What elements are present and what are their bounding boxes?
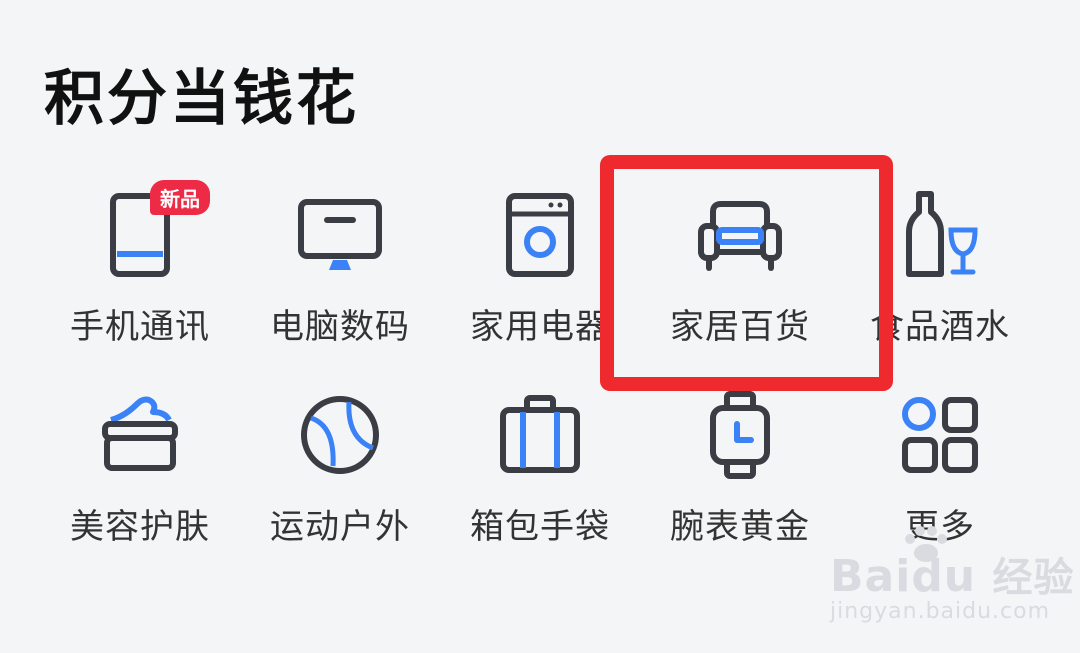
category-beauty[interactable]: 美容护肤 bbox=[40, 375, 240, 575]
category-label: 运动户外 bbox=[270, 507, 410, 547]
page-title: 积分当钱花 bbox=[44, 64, 359, 134]
paw-icon bbox=[905, 526, 947, 562]
category-bags[interactable]: 箱包手袋 bbox=[440, 375, 640, 575]
baidu-watermark: Baidu 经验 jingyan.baidu.com bbox=[830, 526, 1075, 624]
washing-machine-icon bbox=[490, 185, 590, 285]
category-label: 手机通讯 bbox=[70, 307, 210, 347]
computer-monitor-icon bbox=[290, 185, 390, 285]
tennis-ball-icon bbox=[290, 385, 390, 485]
category-label: 家用电器 bbox=[470, 307, 610, 347]
watermark-url: jingyan.baidu.com bbox=[830, 599, 1051, 624]
highlight-box bbox=[600, 155, 893, 391]
category-label: 腕表黄金 bbox=[670, 507, 810, 547]
category-sports[interactable]: 运动户外 bbox=[240, 375, 440, 575]
wine-bottle-glass-icon bbox=[890, 185, 990, 285]
new-badge: 新品 bbox=[150, 180, 210, 215]
suitcase-icon bbox=[490, 385, 590, 485]
category-watches-gold[interactable]: 腕表黄金 bbox=[640, 375, 840, 575]
watermark-brand-cn: 经验 bbox=[992, 555, 1075, 601]
category-label: 箱包手袋 bbox=[470, 507, 610, 547]
category-computer[interactable]: 电脑数码 bbox=[240, 175, 440, 375]
wristwatch-icon bbox=[690, 385, 790, 485]
category-label: 美容护肤 bbox=[70, 507, 210, 547]
category-label: 电脑数码 bbox=[270, 307, 410, 347]
cream-jar-icon bbox=[90, 385, 190, 485]
category-phone[interactable]: 新品 手机通讯 bbox=[40, 175, 240, 375]
grid-more-icon bbox=[890, 385, 990, 485]
